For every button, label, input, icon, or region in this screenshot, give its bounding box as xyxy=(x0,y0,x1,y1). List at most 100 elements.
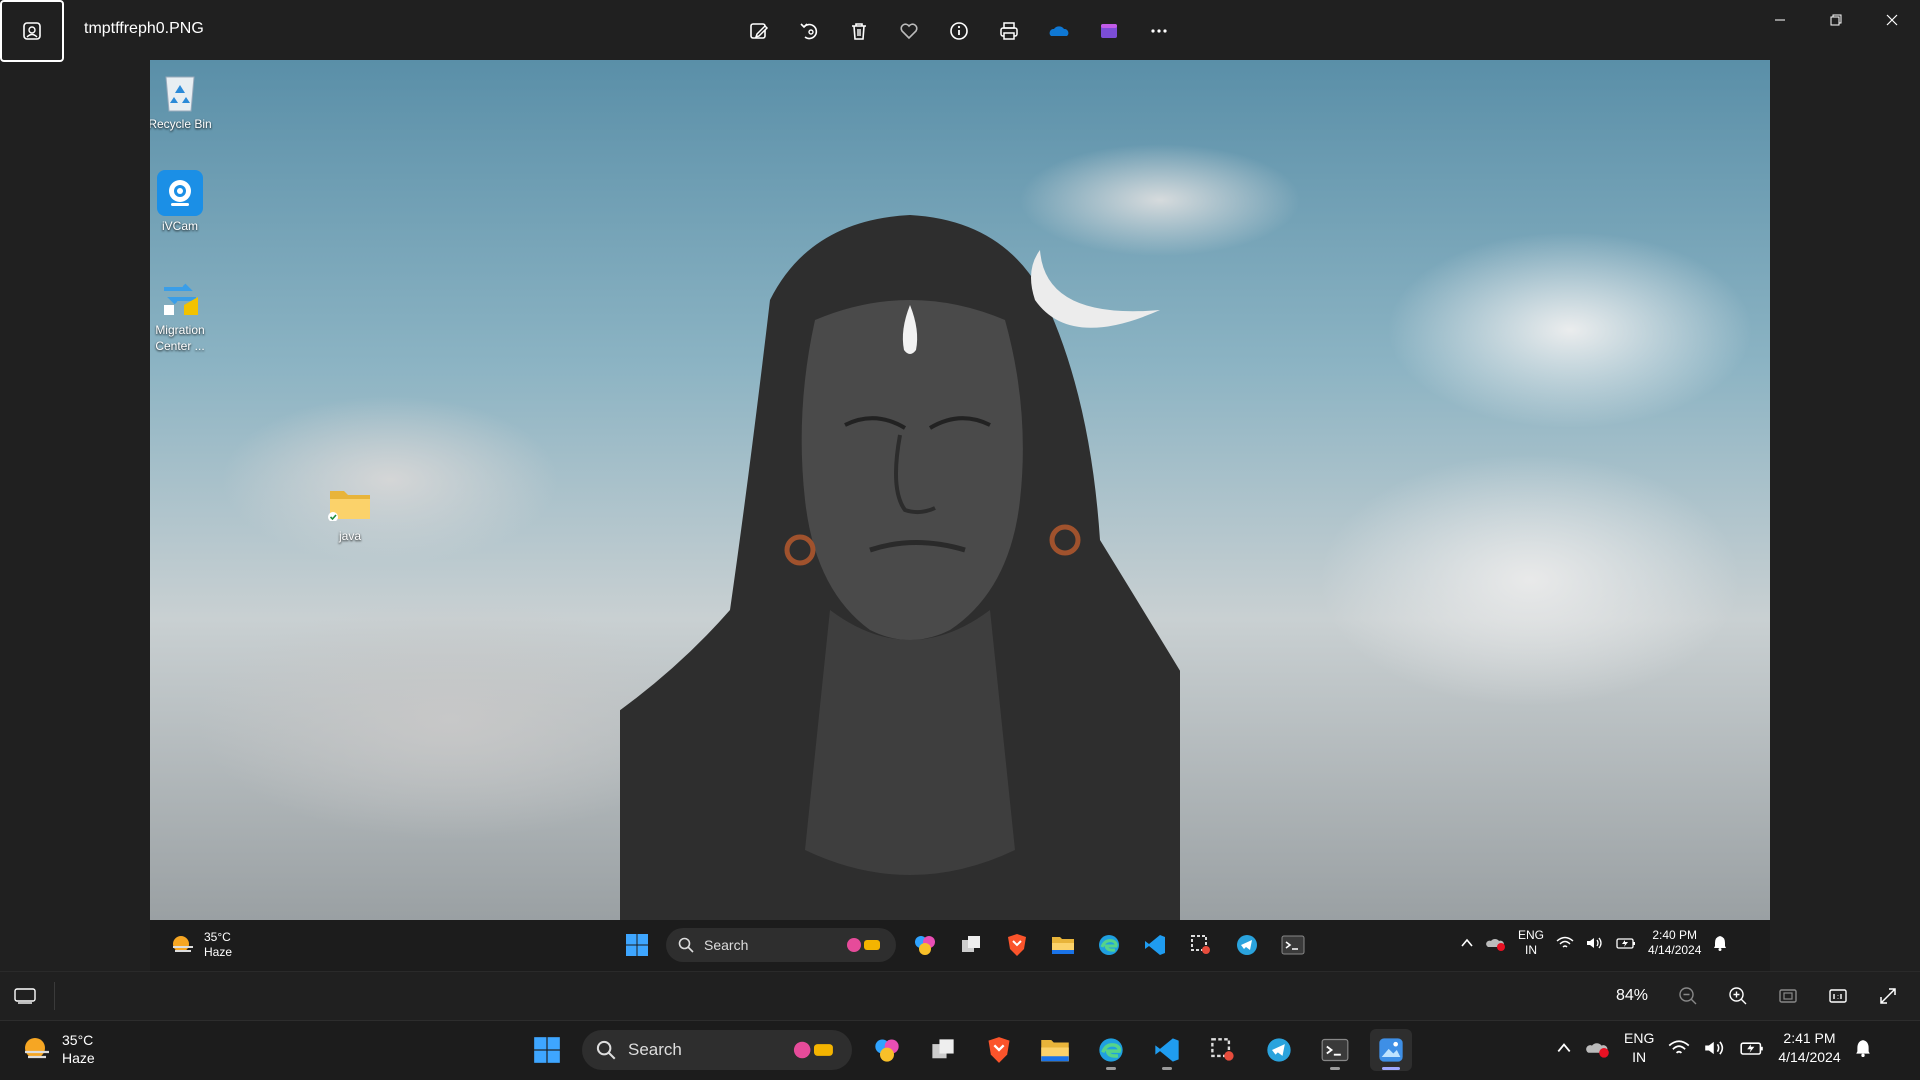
taskbar-brave[interactable] xyxy=(978,1029,1020,1071)
language-code: ENG xyxy=(1624,1030,1655,1046)
volume-icon[interactable] xyxy=(1586,936,1604,950)
taskbar-edge[interactable] xyxy=(1090,1029,1132,1071)
folder-icon xyxy=(1052,937,1074,954)
start-button[interactable] xyxy=(620,928,654,962)
snipping-tool-icon xyxy=(1191,935,1210,954)
vscode-icon xyxy=(1155,1038,1179,1062)
desktop-icon-label: Migration Center ... xyxy=(155,323,205,353)
snipping-tool-icon xyxy=(1211,1038,1234,1061)
edit-image-button[interactable] xyxy=(742,14,776,48)
close-button[interactable] xyxy=(1864,0,1920,40)
zoom-level[interactable]: 84% xyxy=(1616,987,1648,1005)
battery-charging-icon[interactable] xyxy=(1740,1039,1764,1057)
desktop-icon-ivcam[interactable]: iVCam xyxy=(150,170,220,234)
weather-condition: Haze xyxy=(204,945,233,959)
full-screen-button[interactable] xyxy=(1870,980,1906,1012)
actual-size-button[interactable] xyxy=(1820,980,1856,1012)
zoom-in-button[interactable] xyxy=(1720,980,1756,1012)
restore-button[interactable] xyxy=(1808,0,1864,40)
search-box[interactable]: Search xyxy=(582,1030,852,1070)
wifi-icon[interactable] xyxy=(1556,936,1574,950)
clock-time: 2:40 PM xyxy=(1652,928,1698,942)
search-box[interactable]: Search xyxy=(666,928,896,962)
zoom-out-button[interactable] xyxy=(1670,980,1706,1012)
taskbar-copilot[interactable] xyxy=(866,1029,908,1071)
favorite-button[interactable] xyxy=(892,14,926,48)
volume-icon[interactable] xyxy=(1704,1039,1726,1057)
taskbar-terminal[interactable] xyxy=(1276,928,1310,962)
folder-icon xyxy=(1041,1040,1069,1062)
more-options-button[interactable] xyxy=(1142,14,1176,48)
notification-bell-icon[interactable] xyxy=(1855,1039,1871,1057)
onedrive-error-icon[interactable] xyxy=(1486,935,1506,951)
weather-widget[interactable]: 35°C Haze xyxy=(170,930,232,960)
clock[interactable]: 2:40 PM 4/14/2024 xyxy=(1648,928,1701,958)
taskbar-file-explorer[interactable] xyxy=(1034,1029,1076,1071)
running-indicator xyxy=(1162,1067,1172,1070)
search-placeholder: Search xyxy=(628,1040,682,1059)
notification-bell-icon[interactable] xyxy=(1713,935,1727,951)
taskbar-snipping-tool[interactable] xyxy=(1202,1029,1244,1071)
clipchamp-icon xyxy=(1101,24,1117,38)
desktop-icon-recycle-bin[interactable]: Recycle Bin xyxy=(150,68,220,132)
copilot-icon xyxy=(915,936,935,955)
taskbar-terminal[interactable] xyxy=(1314,1029,1356,1071)
image-canvas[interactable]: Recycle Bin iVCam Migration Center ... j… xyxy=(150,60,1770,971)
chevron-up-icon[interactable] xyxy=(1556,1040,1572,1056)
clock[interactable]: 2:41 PM 4/14/2024 xyxy=(1778,1029,1840,1067)
viewer-bottom-bar: 84% xyxy=(0,971,1920,1019)
photos-app-icon[interactable] xyxy=(0,0,64,62)
ivcam-icon xyxy=(157,170,203,216)
language-indicator[interactable]: ENG IN xyxy=(1624,1029,1654,1067)
windows-logo-icon xyxy=(626,934,648,956)
taskbar-apps: Search xyxy=(526,1029,1412,1071)
telegram-icon xyxy=(1237,935,1257,955)
battery-charging-icon[interactable] xyxy=(1616,936,1636,950)
info-button[interactable] xyxy=(942,14,976,48)
wifi-icon[interactable] xyxy=(1668,1039,1690,1057)
taskbar-brave[interactable] xyxy=(1000,928,1034,962)
print-button[interactable] xyxy=(992,14,1026,48)
filmstrip-icon xyxy=(14,988,36,1004)
task-view-icon xyxy=(932,1039,954,1059)
taskbar-vscode[interactable] xyxy=(1146,1029,1188,1071)
taskbar-snipping-tool[interactable] xyxy=(1184,928,1218,962)
migration-center-icon xyxy=(157,274,203,320)
zoom-out-icon xyxy=(1679,987,1697,1005)
screenshot-taskbar: 35°C Haze Search ENG IN 2:40 PM 4/14/202… xyxy=(150,920,1770,971)
info-icon xyxy=(950,22,968,40)
desktop-icon-java-folder[interactable]: java xyxy=(310,480,390,544)
language-indicator[interactable]: ENG IN xyxy=(1518,928,1544,958)
photos-icon xyxy=(1379,1038,1403,1062)
delete-button[interactable] xyxy=(842,14,876,48)
taskbar-vscode[interactable] xyxy=(1138,928,1172,962)
zoom-in-icon xyxy=(1729,987,1747,1005)
expand-icon xyxy=(1880,988,1896,1004)
minimize-button[interactable] xyxy=(1752,0,1808,40)
taskbar-telegram[interactable] xyxy=(1258,1029,1300,1071)
fit-to-window-button[interactable] xyxy=(1770,980,1806,1012)
windows-taskbar: 35°C Haze Search ENG IN 2:41 PM 4/14/202… xyxy=(0,1020,1920,1080)
terminal-icon xyxy=(1281,935,1305,955)
onedrive-error-icon[interactable] xyxy=(1586,1038,1610,1058)
start-button[interactable] xyxy=(526,1029,568,1071)
chevron-up-icon[interactable] xyxy=(1460,936,1474,950)
clipchamp-button[interactable] xyxy=(1092,14,1126,48)
taskbar-task-view[interactable] xyxy=(954,928,988,962)
filmstrip-toggle-button[interactable] xyxy=(10,984,40,1008)
taskbar-edge[interactable] xyxy=(1092,928,1126,962)
taskbar-copilot[interactable] xyxy=(908,928,942,962)
rotate-button[interactable] xyxy=(792,14,826,48)
desktop-icon-label: Recycle Bin xyxy=(150,117,212,131)
taskbar-telegram[interactable] xyxy=(1230,928,1264,962)
window-controls xyxy=(1752,0,1920,40)
weather-widget[interactable]: 35°C Haze xyxy=(22,1031,95,1067)
search-icon xyxy=(596,1040,616,1060)
brave-icon xyxy=(1008,934,1026,956)
desktop-icon-migration-center[interactable]: Migration Center ... xyxy=(150,274,220,354)
taskbar-task-view[interactable] xyxy=(922,1029,964,1071)
vscode-icon xyxy=(1145,935,1165,955)
taskbar-photos[interactable] xyxy=(1370,1029,1412,1071)
onedrive-button[interactable] xyxy=(1042,14,1076,48)
taskbar-file-explorer[interactable] xyxy=(1046,928,1080,962)
